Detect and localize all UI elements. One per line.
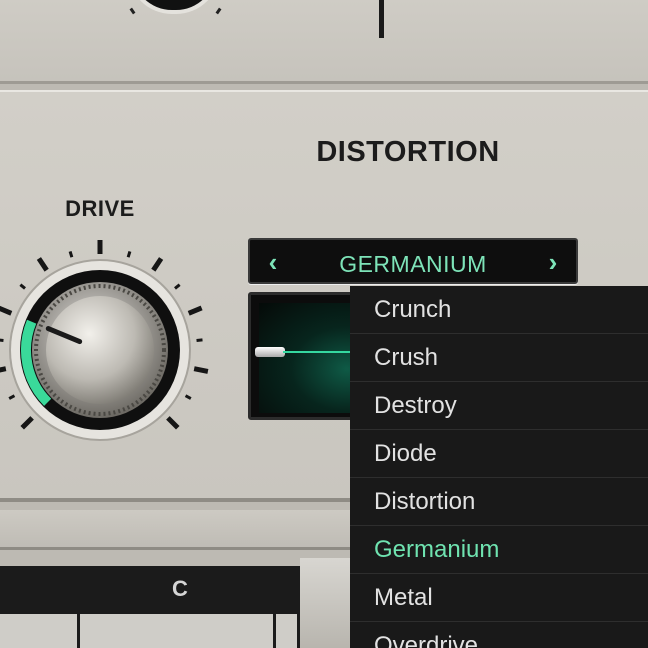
dropdown-item[interactable]: Destroy (350, 382, 648, 430)
bottom-panel-label: C (172, 576, 188, 601)
mode-dropdown-menu[interactable]: Crunch Crush Destroy Diode Distortion Germani… (350, 286, 648, 648)
scale-tick (0, 305, 13, 316)
knob-tick (129, 7, 136, 15)
dropdown-item[interactable]: Distortion (350, 478, 648, 526)
dropdown-item[interactable]: Crush (350, 334, 648, 382)
bottom-right-panel (300, 558, 350, 648)
scale-tick (151, 257, 164, 272)
drive-label: DRIVE (65, 196, 135, 221)
dropdown-item[interactable]: Overdrive (350, 622, 648, 648)
bottom-panel: C (0, 566, 300, 648)
scale-tick (8, 394, 16, 400)
scale-tick (20, 416, 34, 430)
scale-tick (0, 338, 4, 342)
mode-selector-value: GERMANIUM (339, 251, 487, 277)
dropdown-item[interactable]: Germanium (350, 526, 648, 574)
drive-knob-graphic (0, 240, 209, 441)
drive-knob[interactable] (0, 232, 220, 462)
scale-tick (68, 250, 74, 258)
scale-tick (174, 283, 181, 290)
scale-tick (187, 305, 203, 316)
scale-tick (19, 283, 26, 290)
dropdown-item[interactable]: Metal (350, 574, 648, 622)
scale-tick (126, 250, 132, 258)
scale-tick (0, 366, 7, 373)
knob-tick (215, 7, 222, 15)
mode-selector[interactable]: ‹ GERMANIUM › (248, 238, 578, 284)
chevron-left-icon[interactable]: ‹ (258, 247, 288, 278)
knob-cap (46, 296, 154, 404)
scale-tick (36, 257, 49, 272)
bottom-cell (80, 614, 276, 648)
bottom-cell (276, 614, 300, 648)
scale-tick (166, 416, 180, 430)
scale-tick (193, 366, 209, 374)
bottom-cell (0, 614, 80, 648)
section-title: DISTORTION (316, 136, 500, 168)
dropdown-item[interactable]: Crunch (350, 286, 648, 334)
chevron-right-icon[interactable]: › (538, 247, 568, 278)
panel-divider (379, 0, 384, 38)
display-rod (255, 347, 285, 357)
upper-knob[interactable] (128, 0, 220, 14)
scale-tick (196, 338, 203, 342)
dropdown-item[interactable]: Diode (350, 430, 648, 478)
top-panel (0, 0, 648, 84)
scale-tick (184, 394, 192, 400)
